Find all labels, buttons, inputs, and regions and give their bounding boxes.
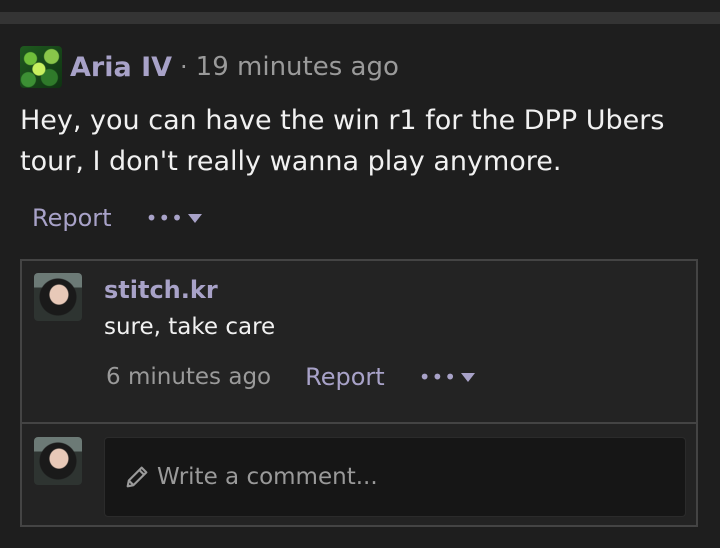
- post-author[interactable]: Aria IV: [70, 52, 172, 83]
- ellipsis-icon: •••: [145, 206, 184, 230]
- post-timestamp: 19 minutes ago: [195, 52, 399, 82]
- reply-report-button[interactable]: Report: [305, 363, 385, 391]
- reply-timestamp: 6 minutes ago: [106, 364, 272, 390]
- reply-more-options-button[interactable]: •••: [418, 365, 476, 389]
- reply-text: sure, take care: [104, 314, 276, 340]
- divider: [22, 422, 696, 424]
- avatar[interactable]: [20, 46, 62, 88]
- reply-content: stitch.kr sure, take care 6 minutes ago …: [104, 273, 476, 391]
- pencil-icon: [126, 466, 148, 488]
- post-body: Hey, you can have the win r1 for the DPP…: [20, 105, 665, 177]
- post-actions: Report •••: [32, 204, 202, 232]
- comment-placeholder: Write a comment...: [157, 464, 378, 490]
- reply-actions: 6 minutes ago Report •••: [106, 363, 476, 391]
- report-button[interactable]: Report: [32, 204, 112, 232]
- top-bar-border: [0, 12, 720, 24]
- post-header: Aria IV · 19 minutes ago: [20, 46, 720, 88]
- caret-down-icon: [187, 213, 202, 223]
- avatar: [34, 437, 82, 485]
- ellipsis-icon: •••: [418, 365, 458, 389]
- more-options-button[interactable]: •••: [146, 208, 202, 228]
- separator-dot: ·: [180, 53, 188, 81]
- comment-input[interactable]: Write a comment...: [104, 437, 686, 517]
- post: Aria IV · 19 minutes ago Hey, you can ha…: [20, 46, 720, 182]
- reply-comment: stitch.kr sure, take care 6 minutes ago …: [34, 273, 686, 423]
- comment-thread: stitch.kr sure, take care 6 minutes ago …: [20, 259, 698, 527]
- top-bar: [0, 0, 720, 12]
- reply-author[interactable]: stitch.kr: [104, 273, 475, 307]
- caret-down-icon: [461, 372, 476, 382]
- avatar[interactable]: [34, 273, 82, 321]
